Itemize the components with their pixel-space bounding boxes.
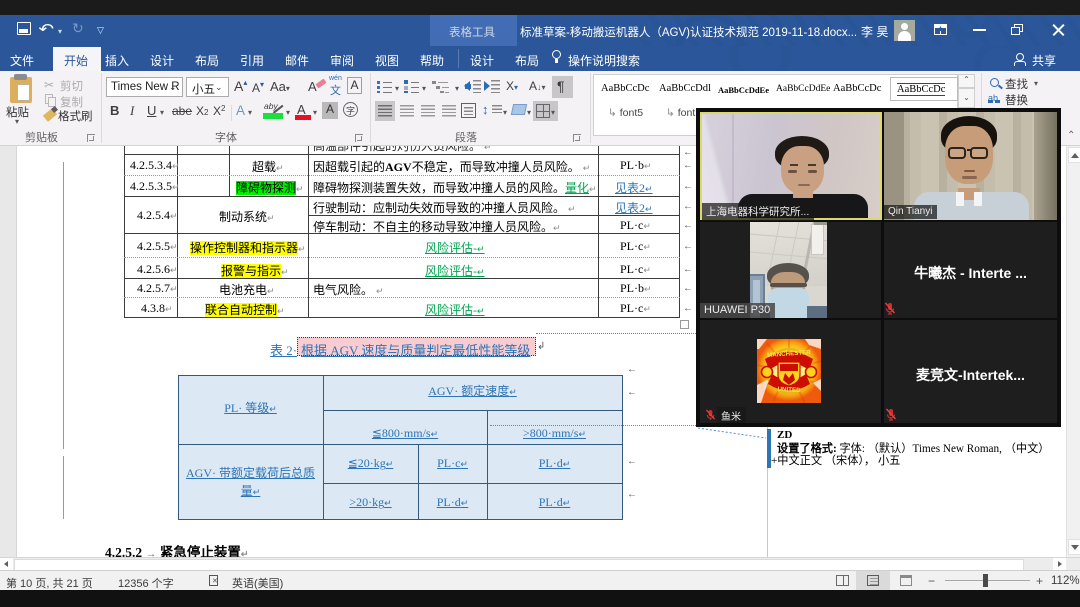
svg-text:UNITED: UNITED <box>777 386 801 394</box>
